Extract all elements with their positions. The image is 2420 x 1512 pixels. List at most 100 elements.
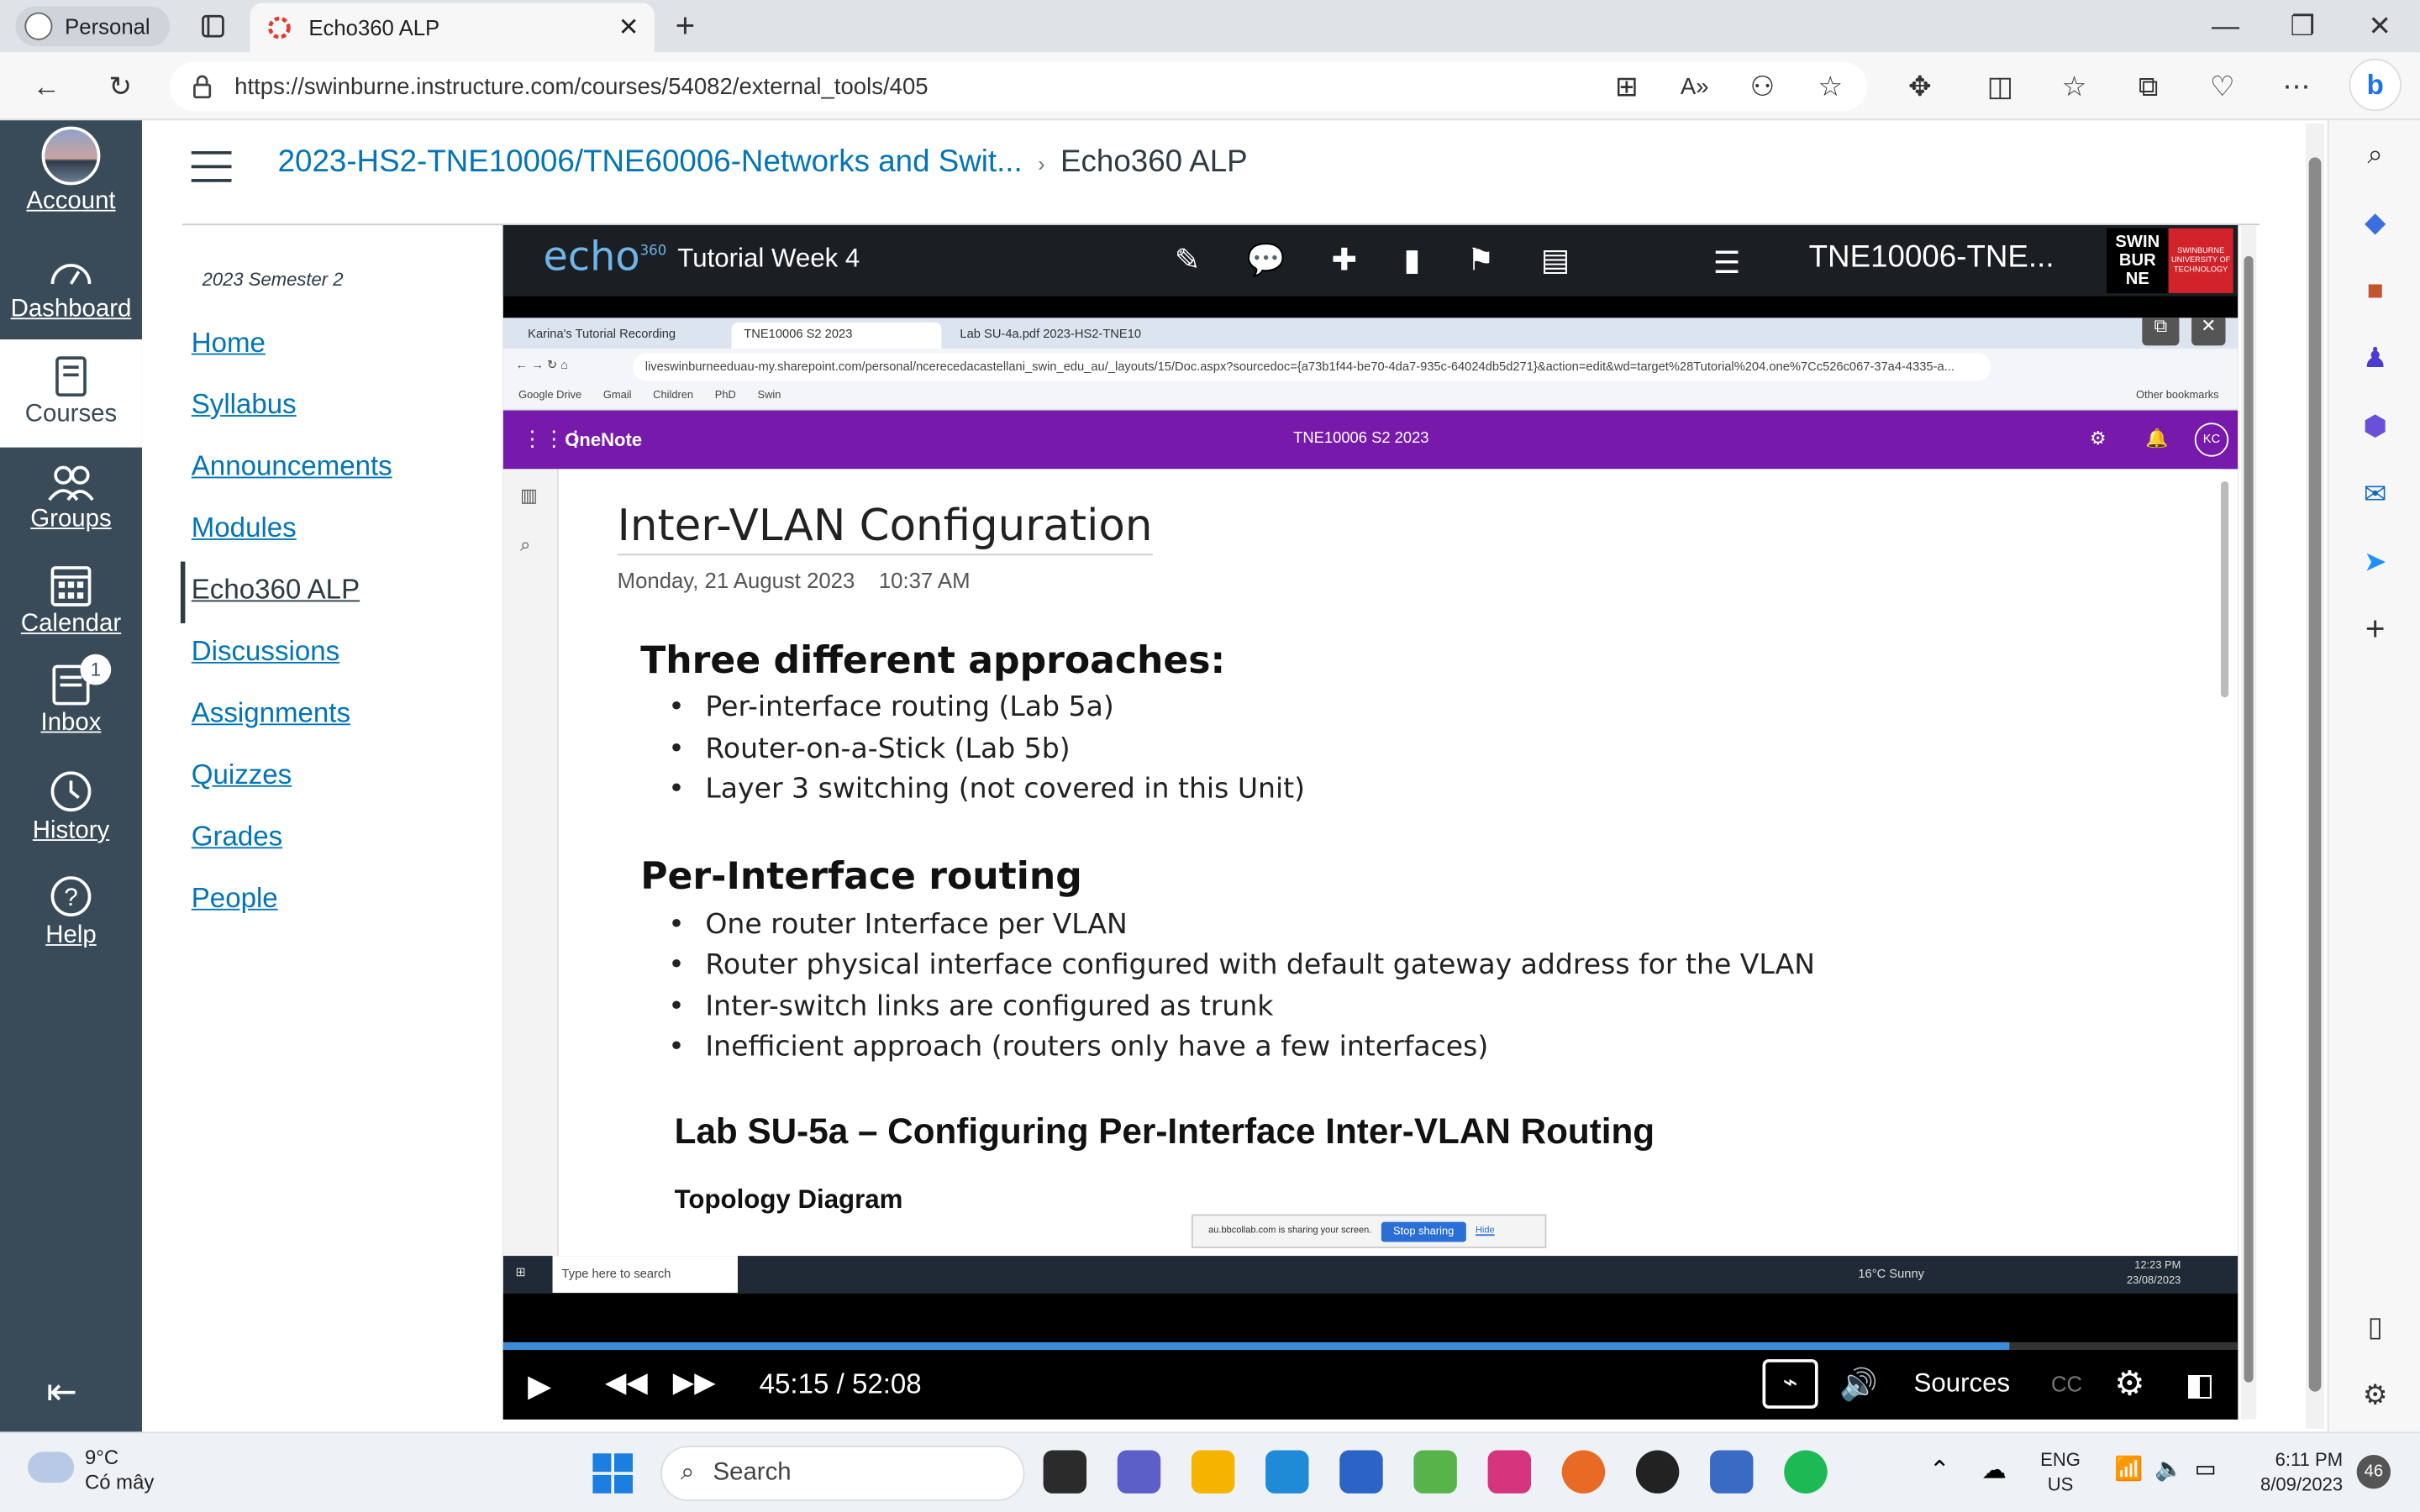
course-nav-syllabus[interactable]: Syllabus — [192, 389, 297, 422]
course-nav-echo360[interactable]: Echo360 ALP — [192, 574, 360, 606]
sidebar-settings-icon[interactable]: ⚙ — [2354, 1373, 2396, 1416]
shopping-tag-icon[interactable]: ◆ — [2354, 201, 2396, 244]
microsoft365-icon[interactable]: ⬢ — [2354, 404, 2396, 447]
spotify-icon[interactable] — [1784, 1450, 1828, 1494]
minimize-icon[interactable]: — — [2204, 5, 2247, 48]
course-nav-home[interactable]: Home — [192, 327, 266, 360]
taskbar-search[interactable]: ⌕ Search — [660, 1445, 1025, 1502]
games-icon[interactable]: ♟ — [2354, 336, 2396, 379]
rewind-icon[interactable]: ◀◀ — [605, 1367, 648, 1399]
battery-icon[interactable]: ▭ — [2195, 1455, 2217, 1483]
tools-briefcase-icon[interactable]: ■ — [2354, 269, 2396, 312]
course-nav-people[interactable]: People — [192, 883, 278, 916]
app-available-icon[interactable]: ⊞ — [1605, 65, 1648, 108]
profile-button[interactable]: Personal — [15, 6, 171, 47]
global-nav-groups[interactable]: Groups — [0, 463, 142, 555]
discussion-icon[interactable]: 💬 — [1247, 241, 1286, 280]
instagram-icon[interactable] — [1487, 1450, 1532, 1494]
performance-icon[interactable]: ♡ — [2201, 65, 2244, 108]
system-clock[interactable]: 6:11 PM 8/09/2023 — [2241, 1447, 2343, 1497]
global-nav-help[interactable]: ? Help — [0, 874, 142, 966]
player-frame-scroll-thumb[interactable] — [2244, 255, 2254, 1383]
wifi-icon[interactable]: 📶 — [2114, 1455, 2143, 1483]
firefox-icon[interactable] — [1561, 1450, 1606, 1494]
layout-toggle-icon[interactable]: ◧ — [2186, 1365, 2215, 1404]
global-nav-account[interactable]: Account — [0, 126, 142, 232]
outline-list-icon[interactable]: ☰ — [1713, 244, 1741, 282]
more-menu-icon[interactable]: ⋯ — [2275, 65, 2317, 108]
notes-icon[interactable]: ✎ — [1175, 241, 1201, 280]
app-green-icon[interactable] — [1413, 1450, 1457, 1494]
github-icon[interactable] — [1635, 1450, 1680, 1494]
browser-tab-active[interactable]: Echo360 ALP ✕ — [250, 3, 655, 53]
profile-sync-icon[interactable]: ⚇ — [1741, 65, 1784, 108]
input-language[interactable]: ENG US — [2040, 1447, 2081, 1497]
flag-icon[interactable]: ⚑ — [1467, 241, 1495, 280]
onedrive-icon[interactable]: ☁ — [1981, 1455, 2006, 1486]
outlook-icon[interactable]: ✉ — [2354, 472, 2396, 515]
bing-copilot-icon[interactable]: b — [2349, 58, 2402, 112]
course-nav-discussions[interactable]: Discussions — [192, 636, 339, 669]
tab-close-icon[interactable]: ✕ — [618, 13, 639, 44]
course-nav-quizzes[interactable]: Quizzes — [192, 759, 292, 792]
favorite-star-icon[interactable]: ☆ — [1809, 65, 1852, 108]
course-menu-toggle-icon[interactable] — [188, 148, 234, 185]
stop-sharing-button: Stop sharing — [1381, 1221, 1466, 1242]
app-blue-icon[interactable] — [1710, 1450, 1754, 1494]
send-icon[interactable]: ➤ — [2354, 540, 2396, 583]
transcript-icon[interactable]: ▤ — [1541, 241, 1570, 280]
recorded-weather: 16°C Sunny — [1858, 1266, 1924, 1281]
page-scrollbar[interactable] — [2306, 123, 2325, 1429]
weather-cloud-icon[interactable] — [28, 1452, 75, 1483]
new-tab-icon[interactable]: + — [664, 5, 707, 48]
window-close-icon[interactable]: ✕ — [2358, 5, 2401, 48]
global-nav-calendar[interactable]: Calendar — [0, 562, 142, 661]
stream-health-icon[interactable]: ⌁ — [1762, 1359, 1818, 1409]
sources-button[interactable]: Sources — [1914, 1368, 2011, 1399]
favorites-icon[interactable]: ☆ — [2053, 65, 2096, 108]
volume-tray-icon[interactable]: 🔈 — [2154, 1455, 2183, 1483]
notification-count-badge[interactable]: 46 — [2356, 1455, 2391, 1489]
tray-chevron-icon[interactable]: ⌃ — [1929, 1455, 1950, 1486]
play-icon[interactable]: ▶ — [528, 1367, 551, 1405]
file-explorer-icon[interactable] — [1191, 1450, 1235, 1494]
volume-icon[interactable]: 🔊 — [1839, 1365, 1878, 1404]
lang-code: ENG — [2040, 1448, 2081, 1471]
ask-question-icon[interactable]: ✚ — [1331, 241, 1357, 280]
closed-captions-button[interactable]: CC — [2051, 1372, 2082, 1396]
refresh-icon[interactable]: ↻ — [99, 65, 142, 108]
page-scroll-thumb[interactable] — [2308, 157, 2322, 1392]
player-frame-scrollbar[interactable] — [2240, 225, 2257, 1420]
teams-icon[interactable] — [1117, 1450, 1161, 1494]
restore-icon[interactable]: ❐ — [2281, 5, 2324, 48]
read-aloud-icon[interactable]: A» — [1673, 65, 1716, 108]
sidebar-hide-icon[interactable]: ▯ — [2354, 1305, 2396, 1348]
course-nav-assignments[interactable]: Assignments — [192, 697, 350, 730]
course-nav-announcements[interactable]: Announcements — [192, 450, 392, 483]
windows-start-icon[interactable] — [592, 1453, 634, 1494]
edge-icon[interactable] — [1265, 1450, 1309, 1494]
course-nav-modules[interactable]: Modules — [192, 512, 297, 545]
sidebar-add-icon[interactable]: + — [2354, 608, 2396, 651]
fast-forward-icon[interactable]: ▶▶ — [673, 1367, 716, 1399]
split-screen-icon[interactable]: ◫ — [1979, 65, 2022, 108]
settings-gear-icon[interactable]: ⚙ — [2114, 1364, 2144, 1404]
store-icon[interactable] — [1339, 1450, 1383, 1494]
weather-widget[interactable]: 9°C Có mây — [85, 1446, 154, 1495]
playback-progress-bar[interactable] — [502, 1341, 2238, 1351]
global-nav-dashboard[interactable]: Dashboard — [0, 253, 142, 339]
collections-icon[interactable]: ⧉ — [2127, 65, 2170, 108]
extensions-icon[interactable]: ✥ — [1898, 65, 1941, 108]
recorded-browser-tabs: Karina's Tutorial Recording TNE10006 S2 … — [502, 318, 2238, 349]
sidebar-search-icon[interactable]: ⌕ — [2354, 133, 2396, 176]
task-view-icon[interactable] — [1043, 1450, 1087, 1494]
course-nav-grades[interactable]: Grades — [192, 821, 282, 853]
bookmark-icon[interactable]: ▮ — [1403, 241, 1420, 280]
global-nav-inbox[interactable]: Inbox 1 — [0, 654, 142, 756]
global-nav-history[interactable]: History — [0, 769, 142, 861]
collapse-nav-icon[interactable]: ⇤ — [46, 1370, 77, 1415]
global-nav-courses[interactable]: Courses — [0, 339, 142, 448]
back-icon[interactable]: ← — [24, 65, 67, 108]
breadcrumb-course-link[interactable]: 2023-HS2-TNE10006/TNE60006-Networks and … — [278, 145, 1023, 181]
tab-actions-icon[interactable] — [192, 5, 234, 48]
